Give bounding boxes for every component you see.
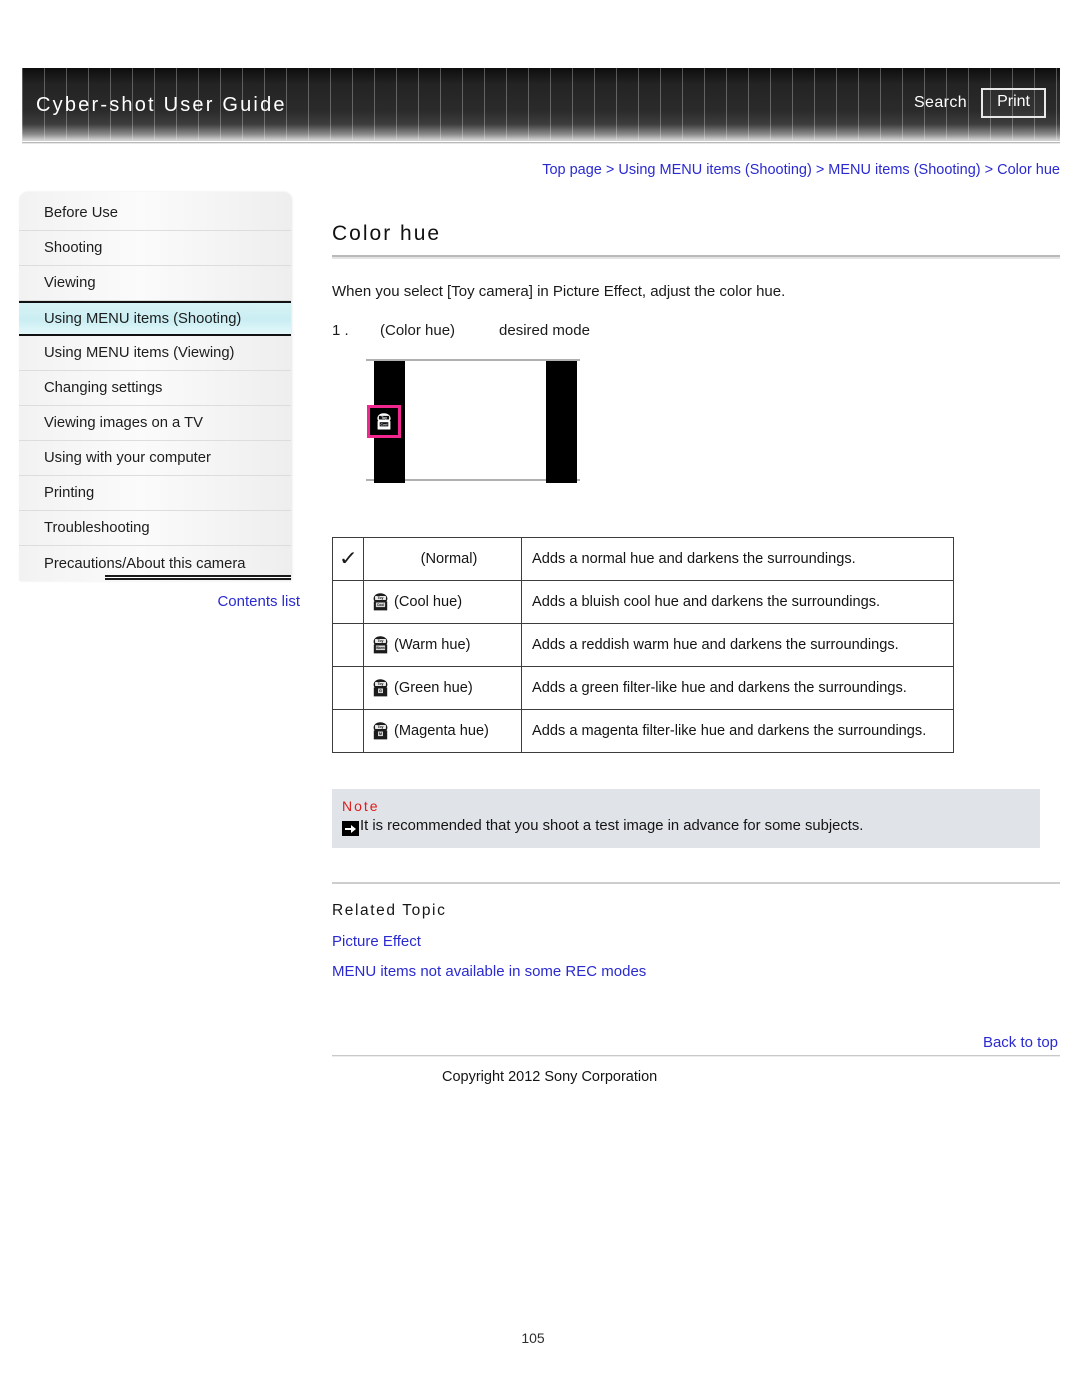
page-number-value: 105 — [521, 1330, 545, 1346]
toy-camera-icon-highlight: Toy Cool — [367, 405, 401, 438]
sidebar-item-using-with-your-computer[interactable]: Using with your computer — [19, 441, 291, 476]
sidebar-divider — [105, 575, 291, 580]
selected-marker-cell — [332, 580, 364, 624]
sidebar-item-shooting[interactable]: Shooting — [19, 231, 291, 266]
back-to-top-link[interactable]: Back to top — [332, 1034, 1060, 1051]
table-row: ✓ (Normal) Adds a normal hue and darkens… — [332, 537, 954, 581]
page-number: 105 — [0, 1330, 1080, 1346]
related-topic-heading: Related Topic — [332, 902, 447, 919]
mode-label: (Green hue) — [394, 680, 473, 696]
svg-text:G: G — [379, 689, 382, 693]
color-hue-options-table: ✓ (Normal) Adds a normal hue and darkens… — [332, 537, 954, 753]
svg-text:Toy: Toy — [377, 639, 383, 643]
related-link-menu-items-not-available[interactable]: MENU items not available in some REC mod… — [332, 963, 1060, 980]
toy-camera-icon: Toy Cool — [377, 412, 391, 430]
description-cell: Adds a bluish cool hue and darkens the s… — [521, 580, 954, 624]
breadcrumb[interactable]: Top page > Using MENU items (Shooting) >… — [542, 162, 1060, 178]
mode-label: (Normal) — [420, 551, 478, 567]
table-row: Toy Warm (Warm hue) Adds a reddish warm … — [332, 623, 954, 667]
note-label: Note — [342, 798, 380, 814]
sidebar-item-using-menu-items-viewing[interactable]: Using MENU items (Viewing) — [19, 336, 291, 371]
step-number: 1 . — [332, 322, 349, 339]
selected-marker-cell — [332, 666, 364, 710]
note-box: Note It is recommended that you shoot a … — [332, 789, 1040, 848]
intro-paragraph: When you select [Toy camera] in Picture … — [332, 283, 786, 300]
mode-label: (Warm hue) — [394, 637, 471, 653]
footer-divider — [332, 1055, 1060, 1057]
table-row: Toy Cool (Cool hue) Adds a bluish cool h… — [332, 580, 954, 624]
selected-marker-cell: ✓ — [332, 537, 364, 581]
sidebar-item-using-menu-items-shooting[interactable]: Using MENU items (Shooting) — [19, 301, 291, 336]
svg-text:Warm: Warm — [376, 646, 385, 650]
step-one: 1 . (Color hue) desired mode — [332, 322, 1060, 339]
description-cell: Adds a green filter-like hue and darkens… — [521, 666, 954, 710]
svg-text:Cool: Cool — [381, 422, 388, 426]
search-link[interactable]: Search — [914, 94, 967, 112]
description-cell: Adds a magenta filter-like hue and darke… — [521, 709, 954, 753]
sidebar-item-troubleshooting[interactable]: Troubleshooting — [19, 511, 291, 546]
description-cell: Adds a reddish warm hue and darkens the … — [521, 623, 954, 667]
header-actions: Search Print — [914, 88, 1046, 119]
sidebar-item-viewing[interactable]: Viewing — [19, 266, 291, 301]
svg-text:M: M — [379, 732, 382, 736]
table-row: Toy M (Magenta hue) Adds a magenta filte… — [332, 709, 954, 753]
copyright-text: Copyright 2012 Sony Corporation — [442, 1069, 658, 1085]
toy-green-icon: Toy G — [373, 678, 388, 696]
camera-screen-illustration: Toy Cool — [366, 359, 580, 483]
contents-list-link[interactable]: Contents list — [9, 593, 300, 610]
svg-text:Toy: Toy — [377, 596, 383, 600]
step-action: desired mode — [499, 322, 590, 339]
mode-cell: Toy G (Green hue) — [363, 666, 522, 710]
selected-marker-cell — [332, 709, 364, 753]
mode-cell: (Normal) — [363, 537, 522, 581]
checkmark-icon: ✓ — [338, 548, 358, 570]
title-divider — [332, 255, 1060, 259]
svg-text:Toy: Toy — [377, 682, 383, 686]
mode-label: (Magenta hue) — [394, 723, 489, 739]
sidebar-item-printing[interactable]: Printing — [19, 476, 291, 511]
step-parameter: (Color hue) — [380, 322, 456, 339]
svg-text:Toy: Toy — [381, 415, 387, 419]
selected-marker-cell — [332, 623, 364, 667]
arrow-right-icon — [342, 821, 359, 836]
related-link-picture-effect[interactable]: Picture Effect — [332, 933, 1060, 950]
sidebar-nav: Before Use Shooting Viewing Using MENU i… — [19, 192, 291, 581]
main-content: Color hue When you select [Toy camera] i… — [332, 222, 1060, 1085]
svg-text:Cool: Cool — [377, 603, 384, 607]
screen-right-black-bar — [546, 361, 577, 483]
related-topic-divider — [332, 882, 1060, 884]
sidebar-item-viewing-images-on-a-tv[interactable]: Viewing images on a TV — [19, 406, 291, 441]
note-text: It is recommended that you shoot a test … — [360, 818, 864, 834]
svg-text:Toy: Toy — [377, 725, 383, 729]
sidebar-item-before-use[interactable]: Before Use — [19, 196, 291, 231]
toy-warm-icon: Toy Warm — [373, 635, 388, 653]
print-button[interactable]: Print — [981, 88, 1046, 119]
note-line: It is recommended that you shoot a test … — [342, 818, 1030, 836]
mode-cell: Toy Warm (Warm hue) — [363, 623, 522, 667]
table-row: Toy G (Green hue) Adds a green filter-li… — [332, 666, 954, 710]
toy-magenta-icon: Toy M — [373, 721, 388, 739]
toy-cool-icon: Toy Cool — [373, 592, 388, 610]
sidebar-region: Before Use Shooting Viewing Using MENU i… — [0, 0, 300, 640]
sidebar-item-changing-settings[interactable]: Changing settings — [19, 371, 291, 406]
page-title: Color hue — [332, 222, 442, 245]
description-cell: Adds a normal hue and darkens the surrou… — [521, 537, 954, 581]
mode-cell: Toy Cool (Cool hue) — [363, 580, 522, 624]
mode-label: (Cool hue) — [394, 594, 463, 610]
mode-cell: Toy M (Magenta hue) — [363, 709, 522, 753]
